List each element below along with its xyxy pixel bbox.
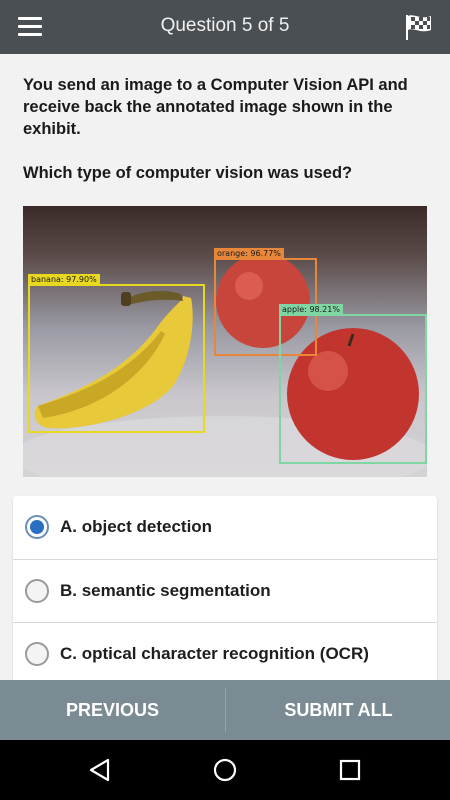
orange-label: orange: 96.77% — [214, 248, 284, 259]
home-circle-icon[interactable] — [211, 756, 239, 784]
back-triangle-icon[interactable] — [86, 756, 114, 784]
recents-square-icon[interactable] — [336, 756, 364, 784]
radio-button-b[interactable] — [25, 579, 49, 603]
question-block: You send an image to a Computer Vision A… — [23, 74, 433, 206]
question-text: You send an image to a Computer Vision A… — [23, 76, 408, 138]
answer-option-c[interactable]: C. optical character recognition (OCR) — [13, 622, 437, 680]
answer-label-b: B. semantic segmentation — [60, 581, 271, 600]
question-content: You send an image to a Computer Vision A… — [0, 54, 450, 680]
banana-label: banana: 97.90% — [28, 274, 100, 285]
submit-all-button[interactable]: SUBMIT ALL — [226, 680, 450, 740]
apple-bounding-box — [279, 314, 427, 464]
answer-option-b[interactable]: B. semantic segmentation — [13, 559, 437, 622]
page-title: Question 5 of 5 — [160, 15, 290, 36]
hamburger-menu-icon[interactable] — [18, 17, 42, 37]
answer-label-a: A. object detection — [60, 517, 213, 536]
radio-button-c[interactable] — [25, 642, 49, 666]
apple-label: apple: 98.21% — [279, 304, 343, 315]
system-navigation-bar — [0, 740, 450, 800]
exhibit-image: banana: 97.90% orange: 96.77% apple: 98.… — [23, 206, 427, 477]
checkered-flag-icon[interactable] — [404, 13, 434, 41]
previous-button[interactable]: PREVIOUS — [0, 680, 225, 740]
banana-bounding-box — [28, 284, 205, 433]
answer-list: A. object detection B. semantic segmenta… — [13, 496, 437, 680]
question-prompt: Which type of computer vision was used? — [23, 164, 353, 182]
bottom-action-bar: PREVIOUS SUBMIT ALL — [0, 680, 450, 740]
top-bar: Question 5 of 5 — [0, 0, 450, 54]
answer-label-c: C. optical character recognition (OCR) — [60, 644, 369, 663]
radio-button-a[interactable] — [25, 515, 49, 539]
answer-option-a[interactable]: A. object detection — [13, 496, 437, 559]
